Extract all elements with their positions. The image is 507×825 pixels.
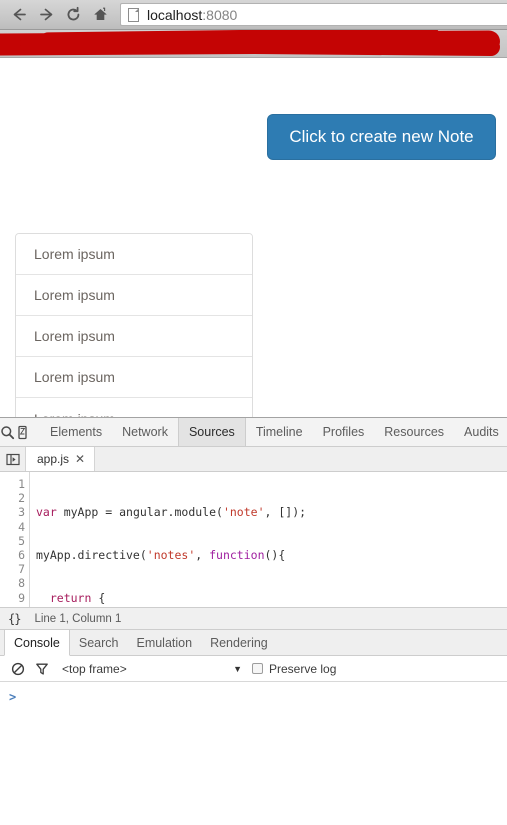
- execution-context-selector[interactable]: <top frame> ▼: [62, 662, 252, 676]
- forward-icon[interactable]: [33, 2, 60, 28]
- preserve-log-checkbox[interactable]: [252, 663, 263, 674]
- tab-timeline[interactable]: Timeline: [246, 418, 313, 446]
- list-item[interactable]: Lorem ipsum: [16, 316, 252, 357]
- devtools-tabbar: Elements Network Sources Timeline Profil…: [0, 418, 507, 447]
- code-editor[interactable]: 1 2 3 4 5 6 7 8 9 10 11 12 13 14 15 var …: [0, 472, 507, 607]
- url-host: localhost: [147, 6, 203, 23]
- filter-icon[interactable]: [30, 658, 54, 680]
- back-icon[interactable]: [6, 2, 33, 28]
- line-number: 5: [18, 533, 25, 548]
- drawer-tab-search[interactable]: Search: [70, 630, 128, 655]
- tab-audits[interactable]: Audits: [454, 418, 507, 446]
- sources-filebar: app.js ✕: [0, 447, 507, 472]
- tab-elements[interactable]: Elements: [40, 418, 112, 446]
- line-number: 9: [18, 590, 25, 605]
- chevron-down-icon: ▼: [233, 663, 242, 674]
- line-number: 8: [18, 576, 25, 591]
- list-item[interactable]: Lorem ipsum: [16, 398, 252, 417]
- page-document-icon: [128, 7, 139, 22]
- line-number: 7: [18, 562, 25, 577]
- line-number: 1: [18, 477, 25, 491]
- bookmarks-bar: [0, 30, 507, 58]
- tab-network[interactable]: Network: [112, 418, 178, 446]
- line-number-gutter: 1 2 3 4 5 6 7 8 9 10 11 12 13 14 15: [0, 472, 30, 607]
- editor-status-bar: {} Line 1, Column 1: [0, 607, 507, 630]
- browser-toolbar: localhost:8080: [0, 0, 507, 30]
- preserve-log-label: Preserve log: [269, 661, 337, 676]
- line-number: 10: [0, 605, 25, 607]
- list-item[interactable]: Lorem ipsum: [16, 357, 252, 398]
- list-item[interactable]: Lorem ipsum: [16, 275, 252, 316]
- line-number: 6: [18, 548, 25, 563]
- console-output[interactable]: >: [0, 682, 507, 823]
- pretty-print-icon[interactable]: {}: [8, 612, 21, 626]
- device-mode-icon[interactable]: [15, 418, 30, 446]
- drawer-tab-console[interactable]: Console: [4, 630, 70, 656]
- clear-console-icon[interactable]: [6, 658, 30, 680]
- tab-resources[interactable]: Resources: [374, 418, 454, 446]
- tab-sources[interactable]: Sources: [177, 418, 246, 446]
- code-line: myApp.directive('notes', function(){: [36, 548, 286, 563]
- file-tab-appjs[interactable]: app.js ✕: [26, 447, 96, 471]
- page-viewport: Click to create new Note Lorem ipsum Lor…: [0, 58, 507, 417]
- line-number: 2: [18, 491, 25, 506]
- console-prompt-icon: >: [9, 690, 17, 704]
- drawer-tabbar: Console Search Emulation Rendering: [0, 630, 507, 656]
- url-port: :8080: [202, 6, 238, 23]
- list-item[interactable]: Lorem ipsum: [16, 234, 252, 275]
- line-number: 3: [18, 505, 25, 520]
- cursor-position: Line 1, Column 1: [34, 612, 122, 625]
- file-tab-label: app.js: [37, 452, 70, 466]
- code-line: var myApp = angular.module('note', []);: [36, 505, 307, 520]
- inspect-element-icon[interactable]: [0, 418, 15, 446]
- drawer-tab-rendering[interactable]: Rendering: [201, 630, 277, 655]
- close-icon[interactable]: ✕: [75, 453, 85, 465]
- drawer-tab-emulation[interactable]: Emulation: [127, 630, 201, 655]
- notes-list: Lorem ipsum Lorem ipsum Lorem ipsum Lore…: [15, 233, 253, 417]
- tab-profiles[interactable]: Profiles: [313, 418, 375, 446]
- devtools-panel: Elements Network Sources Timeline Profil…: [0, 417, 507, 823]
- url-bar[interactable]: localhost:8080: [120, 3, 507, 26]
- create-note-button[interactable]: Click to create new Note: [267, 114, 496, 160]
- reload-icon[interactable]: [60, 2, 87, 28]
- home-icon[interactable]: [87, 2, 114, 28]
- line-number: 4: [18, 519, 25, 534]
- code-content[interactable]: var myApp = angular.module('note', []); …: [30, 472, 507, 607]
- execution-context-label: <top frame>: [62, 661, 127, 676]
- navigator-toggle-icon[interactable]: [0, 447, 26, 471]
- console-filter-bar: <top frame> ▼ Preserve log: [0, 656, 507, 682]
- code-line: return {: [49, 590, 106, 605]
